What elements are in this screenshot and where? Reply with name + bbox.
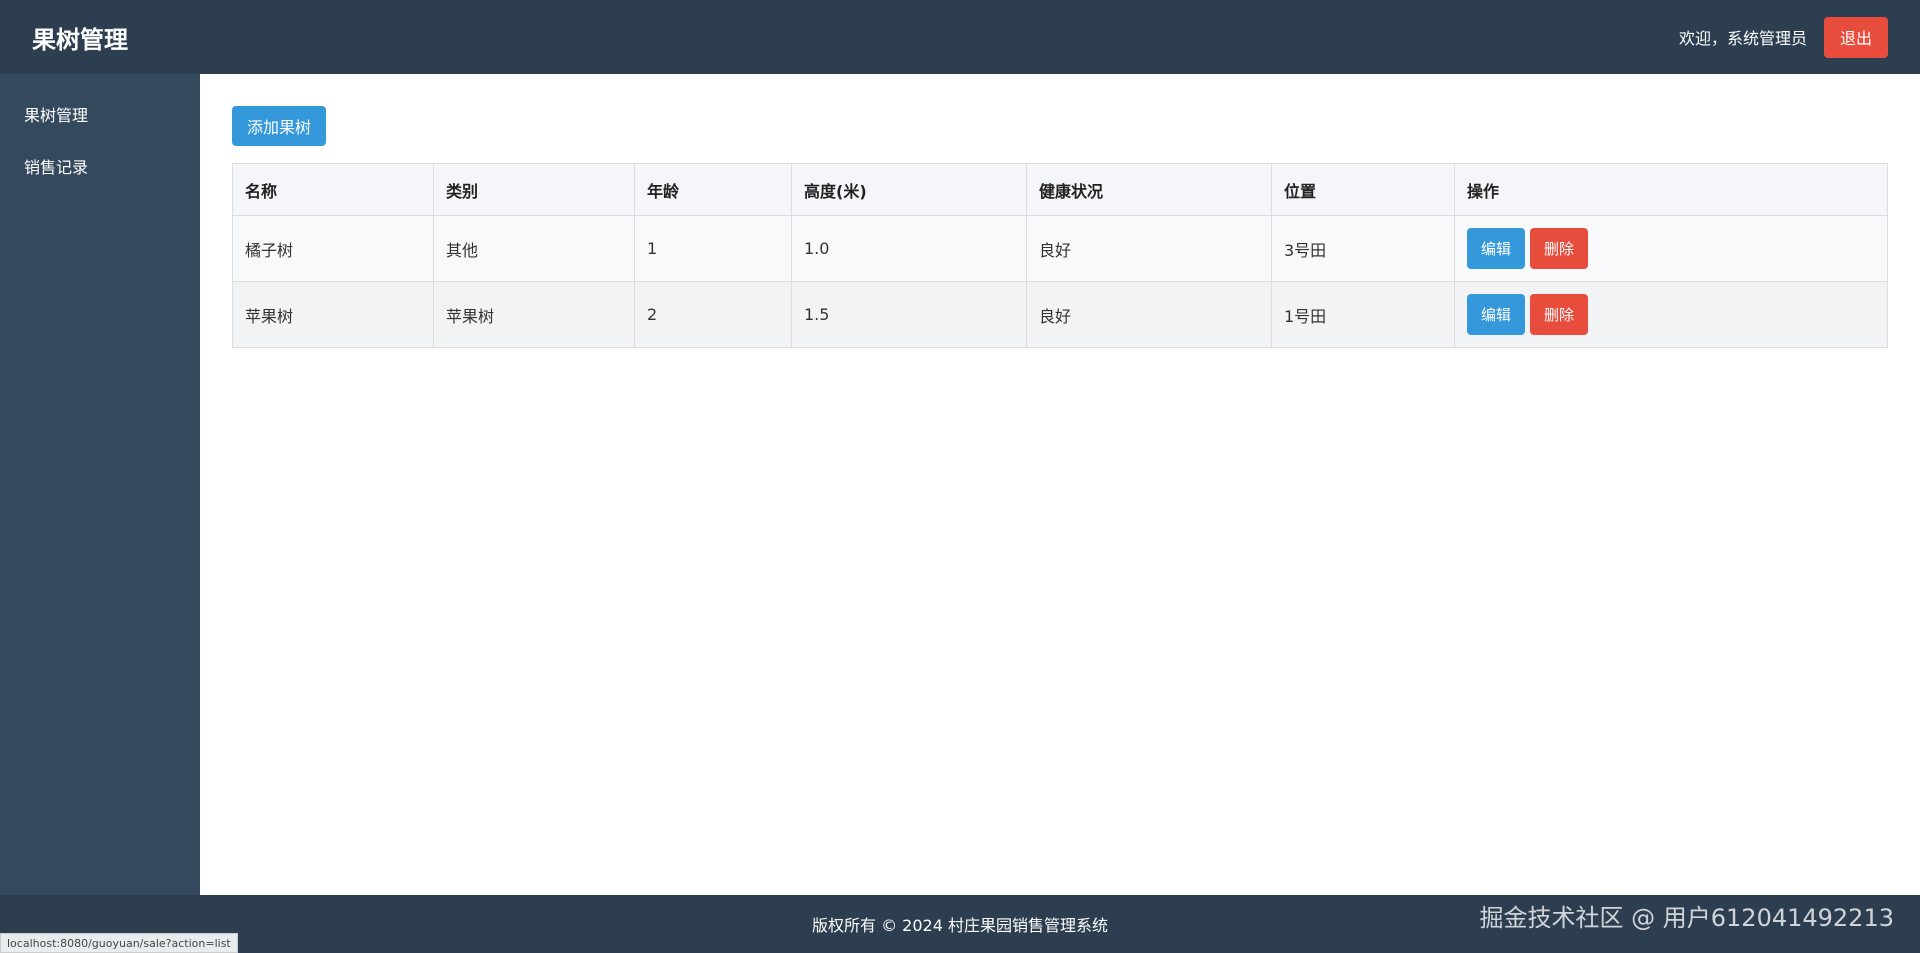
cell-category: 苹果树 [433,281,635,348]
add-tree-button[interactable]: 添加果树 [232,106,327,146]
cell-name: 橘子树 [232,215,434,282]
column-header-name: 名称 [232,163,434,216]
tree-table: 名称 类别 年龄 高度(米) 健康状况 位置 操作 橘子树 其他 1 1.0 良… [232,163,1888,348]
table-row: 苹果树 苹果树 2 1.5 良好 1号田 编辑 删除 [232,281,1888,348]
cell-location: 3号田 [1271,215,1455,282]
cell-health: 良好 [1026,215,1272,282]
cell-actions: 编辑 删除 [1454,281,1888,348]
cell-height: 1.0 [791,215,1027,282]
column-header-health: 健康状况 [1026,163,1272,216]
main-content: 添加果树 名称 类别 年龄 高度(米) 健康状况 位置 操作 橘子树 其他 1 … [200,74,1920,895]
cell-age: 2 [634,281,792,348]
cell-category: 其他 [433,215,635,282]
top-header: 果树管理 欢迎，系统管理员 退出 [0,0,1920,74]
watermark-text: 掘金技术社区 @ 用户612041492213 [1479,904,1895,932]
cell-location: 1号田 [1271,281,1455,348]
copyright-text: 版权所有 © 2024 村庄果园销售管理系统 [812,916,1108,935]
cell-height: 1.5 [791,281,1027,348]
cell-actions: 编辑 删除 [1454,215,1888,282]
column-header-category: 类别 [433,163,635,216]
edit-button[interactable]: 编辑 [1467,228,1526,269]
delete-button[interactable]: 删除 [1530,294,1589,335]
cell-name: 苹果树 [232,281,434,348]
column-header-age: 年龄 [634,163,792,216]
column-header-actions: 操作 [1454,163,1888,216]
edit-button[interactable]: 编辑 [1467,294,1526,335]
table-row: 橘子树 其他 1 1.0 良好 3号田 编辑 删除 [232,215,1888,282]
table-header-row: 名称 类别 年龄 高度(米) 健康状况 位置 操作 [232,163,1888,216]
status-bar-url: localhost:8080/guoyuan/sale?action=list [0,933,238,953]
sidebar-item-sales-records[interactable]: 销售记录 [0,142,200,194]
page-title: 果树管理 [32,25,128,54]
cell-age: 1 [634,215,792,282]
logout-button[interactable]: 退出 [1823,16,1888,58]
column-header-height: 高度(米) [791,163,1027,216]
cell-health: 良好 [1026,281,1272,348]
welcome-text: 欢迎，系统管理员 [1678,29,1807,48]
row-actions: 编辑 删除 [1467,228,1875,269]
column-header-location: 位置 [1271,163,1455,216]
row-actions: 编辑 删除 [1467,294,1875,335]
header-user-area: 欢迎，系统管理员 退出 [1678,16,1888,58]
delete-button[interactable]: 删除 [1530,228,1589,269]
sidebar-item-tree-management[interactable]: 果树管理 [0,90,200,142]
sidebar: 果树管理 销售记录 [0,74,200,895]
